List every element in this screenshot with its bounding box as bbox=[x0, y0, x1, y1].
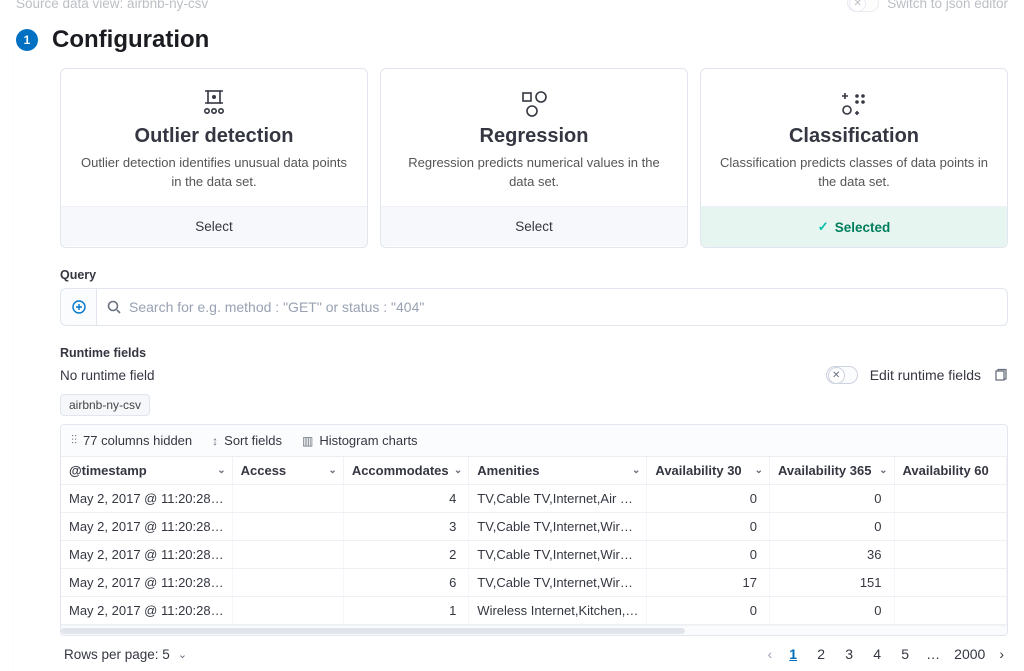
prev-page-button[interactable]: ‹ bbox=[768, 646, 773, 662]
page-5[interactable]: 5 bbox=[898, 646, 912, 662]
json-editor-toggle[interactable] bbox=[847, 0, 879, 12]
card-classification[interactable]: Classification Classification predicts c… bbox=[700, 68, 1008, 248]
col-access[interactable]: Access⌄ bbox=[232, 457, 343, 485]
table-row[interactable]: May 2, 2017 @ 11:20:28…4TV,Cable TV,Inte… bbox=[61, 485, 1007, 513]
regression-icon bbox=[399, 87, 669, 119]
col-availability-30[interactable]: Availability 30⌄ bbox=[647, 457, 770, 485]
card-outlier-title: Outlier detection bbox=[79, 125, 349, 148]
col-amenities[interactable]: Amenities⌄ bbox=[469, 457, 647, 485]
table-row[interactable]: May 2, 2017 @ 11:20:28…2TV,Cable TV,Inte… bbox=[61, 541, 1007, 569]
col-timestamp[interactable]: @timestamp⌄ bbox=[61, 457, 232, 485]
chevron-down-icon: ⌄ bbox=[454, 465, 462, 476]
next-page-button[interactable]: › bbox=[999, 646, 1004, 662]
chevron-down-icon: ⌄ bbox=[217, 465, 225, 476]
card-outlier-desc: Outlier detection identifies unusual dat… bbox=[79, 154, 349, 194]
pagination: ‹ 1 2 3 4 5 … 2000 › bbox=[768, 646, 1005, 662]
page-title: Configuration bbox=[52, 26, 209, 54]
page-2[interactable]: 2 bbox=[814, 646, 828, 662]
rows-per-page-button[interactable]: Rows per page: 5 ⌄ bbox=[64, 647, 187, 662]
outlier-icon bbox=[79, 87, 349, 119]
step-badge: 1 bbox=[16, 29, 38, 51]
col-accommodates[interactable]: Accommodates⌄ bbox=[343, 457, 468, 485]
runtime-empty-text: No runtime field bbox=[60, 368, 155, 383]
chevron-down-icon: ⌄ bbox=[879, 465, 887, 476]
query-placeholder: Search for e.g. method : "GET" or status… bbox=[129, 299, 424, 315]
card-regression-title: Regression bbox=[399, 125, 669, 148]
card-regression-desc: Regression predicts numerical values in … bbox=[399, 154, 669, 194]
card-classification-desc: Classification predicts classes of data … bbox=[719, 154, 989, 194]
check-icon: ✓ bbox=[818, 219, 829, 235]
data-preview-table: ⫶⫶77 columns hidden ↕Sort fields ▥Histog… bbox=[60, 424, 1008, 636]
card-regression[interactable]: Regression Regression predicts numerical… bbox=[380, 68, 688, 248]
horizontal-scrollbar[interactable] bbox=[61, 625, 1007, 635]
card-outlier-select-button[interactable]: Select bbox=[61, 206, 367, 246]
chevron-down-icon: ⌄ bbox=[632, 465, 640, 476]
query-label: Query bbox=[60, 268, 1008, 282]
runtime-label: Runtime fields bbox=[60, 346, 1008, 360]
table-row[interactable]: May 2, 2017 @ 11:20:28…1Wireless Interne… bbox=[61, 597, 1007, 625]
sort-icon: ↕ bbox=[212, 434, 218, 448]
card-classification-footer-label: Selected bbox=[835, 220, 891, 235]
table-row[interactable]: May 2, 2017 @ 11:20:28…6TV,Cable TV,Inte… bbox=[61, 569, 1007, 597]
table-row[interactable]: May 2, 2017 @ 11:20:28…3TV,Cable TV,Inte… bbox=[61, 513, 1007, 541]
search-icon bbox=[107, 300, 121, 314]
page-ellipsis: … bbox=[926, 646, 940, 662]
page-last[interactable]: 2000 bbox=[954, 646, 985, 662]
query-language-button[interactable] bbox=[60, 288, 96, 326]
edit-runtime-label: Edit runtime fields bbox=[870, 367, 981, 383]
histogram-icon: ▥ bbox=[302, 434, 313, 448]
chevron-down-icon: ⌄ bbox=[328, 465, 336, 476]
card-classification-title: Classification bbox=[719, 125, 989, 148]
card-classification-selected: ✓ Selected bbox=[701, 206, 1007, 247]
classification-icon bbox=[719, 87, 989, 119]
copy-icon[interactable] bbox=[993, 368, 1008, 383]
query-input[interactable]: Search for e.g. method : "GET" or status… bbox=[96, 288, 1008, 326]
dataview-pill[interactable]: airbnb-ny-csv bbox=[60, 394, 150, 416]
page-4[interactable]: 4 bbox=[870, 646, 884, 662]
source-data-view-label: Source data view: airbnb-ny-csv bbox=[16, 0, 208, 11]
card-regression-select-button[interactable]: Select bbox=[381, 206, 687, 246]
page-1[interactable]: 1 bbox=[786, 646, 800, 662]
columns-hidden-button[interactable]: ⫶⫶77 columns hidden bbox=[71, 433, 192, 448]
page-3[interactable]: 3 bbox=[842, 646, 856, 662]
sort-fields-button[interactable]: ↕Sort fields bbox=[212, 433, 282, 448]
histogram-button[interactable]: ▥Histogram charts bbox=[302, 433, 418, 448]
card-outlier[interactable]: Outlier detection Outlier detection iden… bbox=[60, 68, 368, 248]
col-availability-60[interactable]: Availability 60 bbox=[894, 457, 1006, 485]
col-availability-365[interactable]: Availability 365⌄ bbox=[769, 457, 894, 485]
columns-icon: ⫶⫶ bbox=[71, 433, 77, 448]
edit-runtime-toggle[interactable] bbox=[826, 366, 858, 384]
chevron-down-icon: ⌄ bbox=[178, 648, 187, 661]
json-editor-label: Switch to json editor bbox=[887, 0, 1008, 11]
chevron-down-icon: ⌄ bbox=[755, 465, 763, 476]
